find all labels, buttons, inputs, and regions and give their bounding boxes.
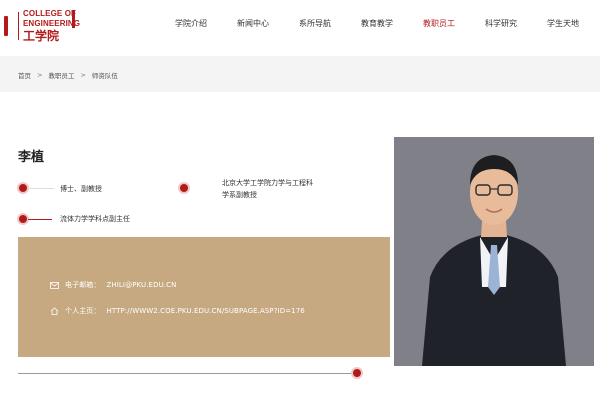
bullet-dot (19, 215, 27, 223)
contact-panel: 电子邮箱： ZHILI@PKU.EDU.CN 个人主页： HTTP://WWW2… (18, 237, 390, 357)
homepage-label: 个人主页： (65, 307, 101, 315)
breadcrumb-separator: > (80, 71, 86, 79)
nav-item-research[interactable]: 科学研究 (470, 18, 532, 29)
nav-item-about[interactable]: 学院介绍 (160, 18, 222, 29)
bullet-dot (180, 184, 188, 192)
homepage-link[interactable]: HTTP://WWW2.COE.PKU.EDU.CN/SUBPAGE.ASP?I… (107, 307, 305, 315)
nav-item-departments[interactable]: 系所导航 (284, 18, 346, 29)
logo-chinese-name: 工学院 (23, 29, 60, 43)
email-link[interactable]: ZHILI@PKU.EDU.CN (107, 281, 177, 289)
bullet-line (28, 188, 54, 189)
person-title: 博士、副教授 (60, 185, 102, 193)
logo-divider (18, 12, 19, 40)
divider-dot (353, 369, 361, 377)
email-row: 电子邮箱： ZHILI@PKU.EDU.CN (50, 280, 176, 290)
affiliation-line-2: 学系副教授 (222, 191, 257, 199)
person-role: 流体力学学科点副主任 (60, 215, 130, 223)
affiliation-line-1: 北京大学工学院力学与工程科 (222, 179, 313, 187)
breadcrumb-home[interactable]: 首页 (18, 70, 31, 80)
breadcrumb-current: 师资队伍 (91, 72, 118, 80)
profile-photo (394, 137, 594, 366)
breadcrumb-faculty[interactable]: 教职员工 (48, 70, 74, 80)
nav-item-news[interactable]: 新闻中心 (222, 18, 284, 29)
homepage-row: 个人主页： HTTP://WWW2.COE.PKU.EDU.CN/SUBPAGE… (50, 306, 305, 316)
nav-item-education[interactable]: 教育教学 (346, 18, 408, 29)
breadcrumb-separator: > (37, 71, 43, 79)
person-affiliation: 北京大学工学院力学与工程科 学系副教授 (222, 177, 313, 201)
home-icon (50, 307, 59, 315)
breadcrumb: 首页 > 教职员工 > 师资队伍 (18, 70, 118, 80)
bullet-line (28, 219, 52, 220)
logo-accent-bar (72, 10, 75, 28)
college-logo[interactable]: COLLEGE OF ENGINEERING 工学院 (0, 8, 80, 44)
nav-item-students[interactable]: 学生天地 (532, 18, 594, 29)
email-label: 电子邮箱： (65, 281, 101, 289)
nav-item-faculty[interactable]: 教职员工 (408, 18, 470, 29)
main-nav: 学院介绍 新闻中心 系所导航 教育教学 教职员工 科学研究 学生天地 (160, 18, 594, 29)
envelope-icon (50, 281, 59, 289)
university-emblem-icon (0, 14, 14, 38)
bullet-dot (19, 184, 27, 192)
person-name: 李植 (18, 150, 45, 165)
section-divider (18, 373, 356, 374)
site-header: COLLEGE OF ENGINEERING 工学院 学院介绍 新闻中心 系所导… (0, 0, 600, 56)
